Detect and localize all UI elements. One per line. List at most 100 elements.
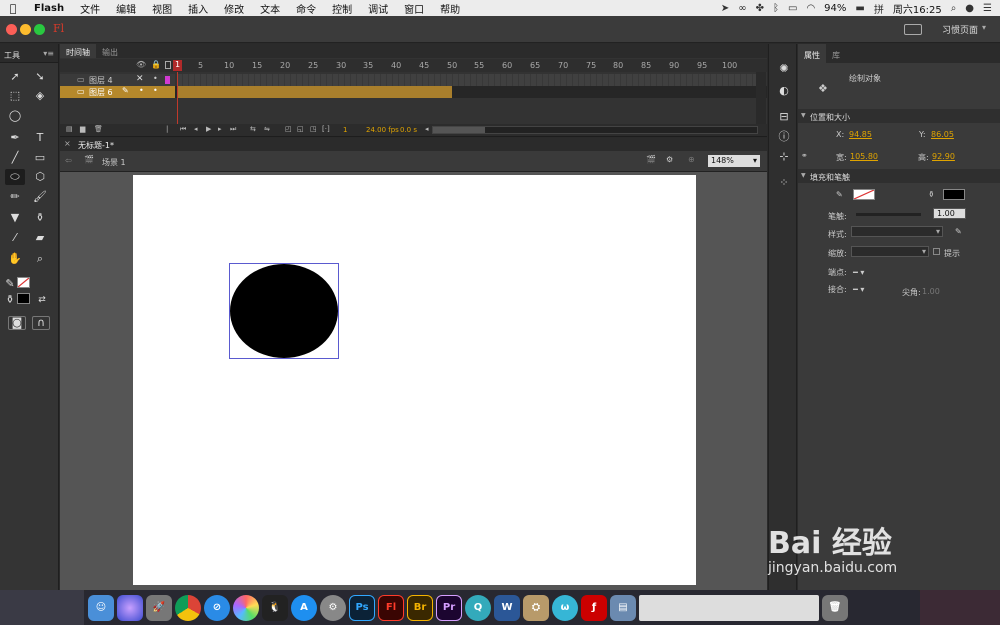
lasso-tool-icon[interactable]: ◯ [7,108,23,124]
style-select[interactable]: ▾ [851,226,943,237]
keyframe-span[interactable] [177,86,452,98]
onion-outline-icon[interactable]: ◱ [297,125,304,133]
eraser-tool-icon[interactable]: ▰ [32,230,48,246]
stage[interactable] [133,175,696,585]
document-tab[interactable]: 无标题-1* [72,140,120,151]
menu-modify[interactable]: 修改 [216,1,252,16]
siri-icon[interactable] [117,594,143,621]
brush-tool-icon[interactable]: 🖌 [32,189,48,205]
appstore-icon[interactable]: A [291,594,317,621]
info-panel-icon[interactable]: ⓘ [777,130,791,144]
tab-properties[interactable]: 属性 [798,44,826,63]
photos-icon[interactable] [233,594,259,621]
timeline-ruler[interactable]: 👁 🔒 1 5 10 15 20 25 30 35 40 45 50 55 60… [60,59,767,72]
search-icon[interactable]: ⌕ [951,3,957,14]
menu-window[interactable]: 窗口 [396,1,432,16]
menu-text[interactable]: 文本 [252,1,288,16]
visible-dot-icon[interactable]: • [139,86,144,95]
panel-menu-icon[interactable]: ▾≡ [43,49,54,58]
finder-icon[interactable]: ☺ [88,594,114,621]
apple-menu-icon[interactable]:  [0,2,26,15]
word-icon[interactable]: W [494,594,520,621]
lock-icon[interactable]: 🔒 [151,60,161,69]
color-panel-icon[interactable]: ◐ [777,84,791,98]
last-frame-icon[interactable]: ⏭ [230,125,236,134]
pen-tool-icon[interactable]: ✒ [7,130,23,146]
wifi-icon[interactable]: ◠ [806,3,815,14]
clock[interactable]: 周六16:25 [893,1,942,16]
center-stage-icon[interactable]: ⊕ [688,155,695,164]
menu-insert[interactable]: 插入 [180,1,216,16]
miter-value[interactable]: 1.00 [922,287,940,296]
scrollbar-thumb[interactable] [433,127,485,133]
paint-bucket-tool-icon[interactable]: ▼ [7,210,23,226]
archive-icon[interactable]: ⛭ [523,594,549,621]
scroll-left-icon[interactable]: ◂ [425,125,429,133]
transform-panel-icon[interactable]: ⊹ [777,150,791,164]
photoshop-icon[interactable]: Ps [349,594,375,621]
trash-icon[interactable]: 🗑 [822,594,848,621]
rectangle-tool-icon[interactable]: ▭ [32,150,48,166]
line-tool-icon[interactable]: ╱ [7,150,23,166]
launchpad-icon[interactable]: 🚀 [146,594,172,621]
qq-icon[interactable]: 🐧 [262,594,288,621]
pasteboard[interactable] [60,172,767,590]
creative-cloud-icon[interactable]: ∞ [738,3,746,14]
close-tab-icon[interactable]: × [64,139,71,148]
chrome-icon[interactable] [175,594,201,621]
menu-flash[interactable]: Flash [26,3,72,14]
battery-icon[interactable]: ▬ [855,3,864,14]
onion-markers-icon[interactable]: [·] [322,125,330,133]
hinting-checkbox[interactable] [933,248,940,255]
new-layer-icon[interactable]: ▤ [66,125,73,133]
step-back-icon[interactable]: ◂ [194,125,198,133]
zoom-select[interactable]: 148% ▾ [708,155,760,167]
stroke-color-icon[interactable]: ✎ [2,276,18,292]
free-transform-tool-icon[interactable]: ⬚ [7,88,23,104]
menu-commands[interactable]: 命令 [288,1,324,16]
edit-multiple-icon[interactable]: ◳ [310,125,317,133]
fill-color-swatch[interactable] [17,293,30,304]
close-window-button[interactable] [6,24,17,35]
y-value[interactable]: 86.05 [931,130,954,139]
components-panel-icon[interactable]: ⁘ [777,176,791,190]
layer-row-selected[interactable]: ▭ 图层 6 ✎ • • [60,86,767,98]
current-frame[interactable]: 1 [343,126,347,134]
wunderlist-icon[interactable]: ω [552,594,578,621]
hand-tool-icon[interactable]: ✋ [7,251,23,267]
menu-view[interactable]: 视图 [144,1,180,16]
subselection-tool-icon[interactable]: ➘ [32,69,48,85]
tab-output[interactable]: 输出 [96,44,124,58]
timeline-vertical-scrollbar[interactable] [756,72,766,124]
edit-scene-icon[interactable]: 🎬 [646,155,656,164]
system-preferences-icon[interactable]: ⚙ [320,594,346,621]
menu-control[interactable]: 控制 [324,1,360,16]
outline-icon[interactable] [165,61,171,69]
x-value[interactable]: 94.85 [849,130,872,139]
battery-percent[interactable]: 94% [824,3,846,14]
flash-player-icon[interactable]: ƒ [581,594,607,621]
layer-header[interactable]: ▭ 图层 6 ✎ • • [60,86,175,98]
new-folder-icon[interactable]: ▆ [80,125,85,133]
eye-icon[interactable]: 👁 [136,60,146,69]
elapsed-time[interactable]: 0.0 s [400,126,417,134]
object-drawing-icon[interactable]: ◙ [8,316,26,330]
back-arrow-icon[interactable]: ⇦ [65,156,72,165]
pencil-edit-icon[interactable]: ✎ [122,86,129,95]
center-frame-icon[interactable]: ⇋ [264,125,270,133]
selection-bounding-box[interactable] [229,263,339,359]
snap-to-objects-icon[interactable]: ∩ [32,316,50,330]
delete-layer-icon[interactable]: 🗑 [94,125,103,133]
link-icon[interactable]: ⚭ [801,151,808,160]
loop-icon[interactable]: ⇆ [250,125,256,133]
scale-select[interactable]: ▾ [851,246,929,257]
tab-timeline[interactable]: 时间轴 [60,44,96,58]
fan-icon[interactable]: ✤ [756,3,764,14]
workspace-selector[interactable]: 习惯页面 [942,23,978,36]
stroke-color-swatch[interactable] [17,277,30,288]
zoom-tool-icon[interactable]: ⌕ [32,251,48,267]
bluetooth-icon[interactable]: ᛒ [773,3,779,14]
fill-color-icon[interactable]: ⚱ [2,292,18,308]
frame-rate[interactable]: 24.00 fps [366,126,399,134]
swap-colors-icon[interactable]: ⇄ [34,292,50,308]
